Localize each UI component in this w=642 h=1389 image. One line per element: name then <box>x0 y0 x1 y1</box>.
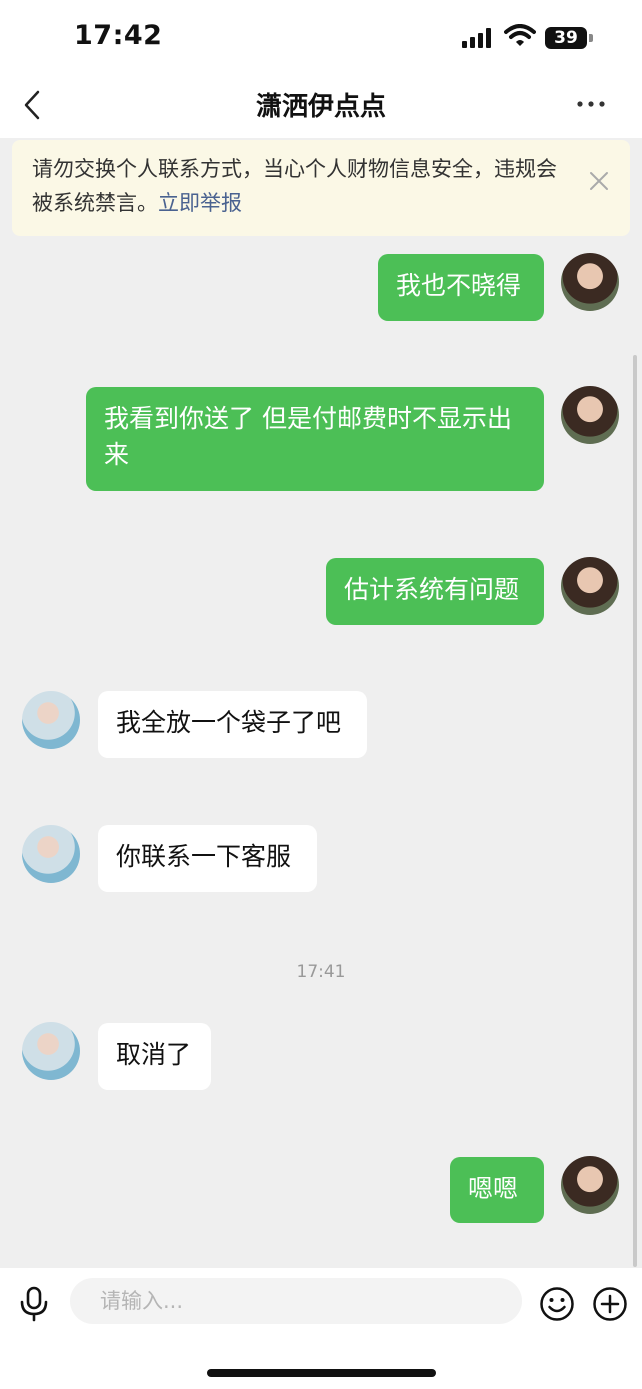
message-bubble-incoming[interactable]: 你联系一下客服 <box>98 825 317 892</box>
avatar-other[interactable] <box>22 1022 80 1080</box>
message-bubble-incoming[interactable]: 我全放一个袋子了吧 <box>98 691 367 758</box>
message-bubble-outgoing[interactable]: 我也不晓得 <box>378 254 544 321</box>
voice-icon[interactable] <box>18 1286 50 1322</box>
nav-bar: 潇洒伊点点 <box>0 76 642 138</box>
message-bubble-outgoing[interactable]: 嗯嗯 <box>450 1157 544 1223</box>
message-bubble-outgoing[interactable]: 我看到你送了 但是付邮费时不显示出来 <box>86 387 544 491</box>
home-indicator[interactable] <box>207 1369 436 1377</box>
chat-title: 潇洒伊点点 <box>255 92 386 122</box>
safety-notice: 请勿交换个人联系方式，当心个人财物信息安全，违规会被系统禁言。立即举报 <box>12 140 630 236</box>
avatar-self[interactable] <box>561 1156 619 1214</box>
report-link[interactable]: 立即举报 <box>158 191 242 215</box>
avatar-self[interactable] <box>561 557 619 615</box>
scrollbar[interactable] <box>633 355 637 1267</box>
status-time: 17:42 <box>74 20 163 51</box>
avatar-other[interactable] <box>22 691 80 749</box>
status-bar: 17:42 39 <box>0 0 642 76</box>
avatar-self[interactable] <box>561 253 619 311</box>
avatar-self[interactable] <box>561 386 619 444</box>
message-bubble-incoming[interactable]: 取消了 <box>98 1023 211 1090</box>
message-input[interactable] <box>70 1278 522 1324</box>
notice-text: 请勿交换个人联系方式，当心个人财物信息安全，违规会被系统禁言。立即举报 <box>32 152 572 220</box>
battery-cap <box>589 34 593 42</box>
avatar-other[interactable] <box>22 825 80 883</box>
message-bubble-outgoing[interactable]: 估计系统有问题 <box>326 558 544 625</box>
wifi-icon <box>504 24 536 46</box>
battery-indicator: 39 <box>545 27 587 49</box>
emoji-icon[interactable] <box>539 1286 575 1322</box>
more-icon[interactable] <box>576 98 606 110</box>
close-icon[interactable] <box>588 170 610 192</box>
plus-icon[interactable] <box>592 1286 628 1322</box>
signal-icon <box>462 28 491 48</box>
message-timestamp: 17:41 <box>296 962 346 982</box>
notice-message: 请勿交换个人联系方式，当心个人财物信息安全，违规会被系统禁言。 <box>32 157 557 215</box>
